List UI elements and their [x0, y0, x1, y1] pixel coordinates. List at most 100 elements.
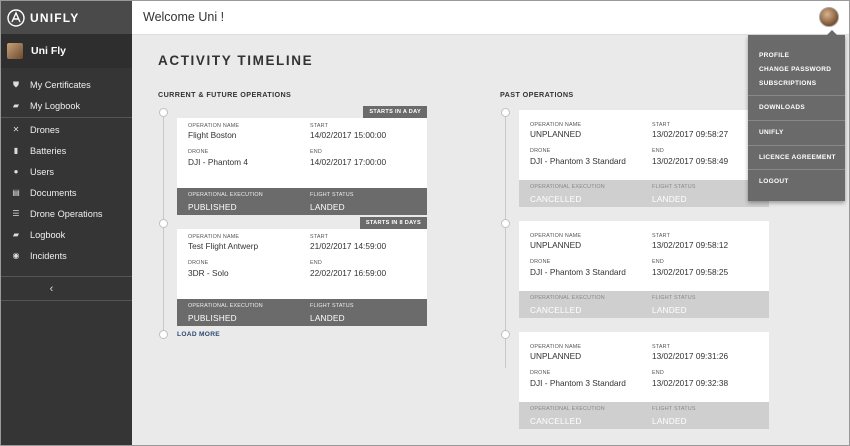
menu-item-change-password[interactable]: CHANGE PASSWORD — [759, 66, 831, 73]
operation-card[interactable]: OPERATION NAME UNPLANNED START 13/02/201… — [519, 221, 769, 318]
welcome-message: Welcome Uni ! — [143, 10, 225, 24]
drone-name: DJI - Phantom 3 Standard — [530, 156, 626, 166]
sidebar-item-label: My Certificates — [30, 79, 91, 90]
timeline-dot — [159, 108, 168, 117]
load-more-link[interactable]: LOAD MORE — [177, 331, 220, 338]
end-label: END — [652, 148, 664, 154]
divider — [748, 120, 845, 121]
execution-value: CANCELLED — [530, 305, 582, 315]
timeline-dot — [501, 219, 510, 228]
flight-status-value: LANDED — [652, 305, 687, 315]
sidebar-item-users[interactable]: ● Users — [1, 161, 132, 182]
flight-status-label: FLIGHT STATUS — [652, 406, 696, 412]
sidebar-user[interactable]: Uni Fly — [1, 34, 132, 68]
operation-name: UNPLANNED — [530, 240, 582, 250]
battery-icon: ▮ — [13, 146, 19, 155]
shield-icon: ⛊ — [13, 79, 19, 89]
sidebar-item-my-certificates[interactable]: ⛊ My Certificates — [1, 74, 132, 95]
menu-item-downloads[interactable]: DOWNLOADS — [759, 104, 805, 111]
sidebar-item-my-logbook[interactable]: ▰ My Logbook — [1, 95, 132, 116]
menu-item-unifly[interactable]: UNIFLY — [759, 129, 784, 136]
end-time: 14/02/2017 17:00:00 — [310, 157, 387, 167]
operation-name-label: OPERATION NAME — [530, 233, 582, 239]
execution-value: PUBLISHED — [188, 313, 237, 323]
end-label: END — [310, 149, 322, 155]
menu-item-licence-agreement[interactable]: LICENCE AGREEMENT — [759, 154, 836, 161]
end-time: 13/02/2017 09:58:25 — [652, 267, 729, 277]
operation-card[interactable]: OPERATION NAME UNPLANNED START 13/02/201… — [519, 110, 769, 207]
logo[interactable]: UNIFLY — [1, 1, 132, 34]
timeline-dot — [501, 108, 510, 117]
end-time: 22/02/2017 16:59:00 — [310, 268, 387, 278]
current-operations-title: CURRENT & FUTURE OPERATIONS — [158, 90, 292, 99]
flight-status-label: FLIGHT STATUS — [310, 192, 354, 198]
execution-value: PUBLISHED — [188, 202, 237, 212]
end-label: END — [652, 259, 664, 265]
start-countdown-badge: STARTS IN A DAY — [363, 106, 427, 118]
flight-status-label: FLIGHT STATUS — [652, 184, 696, 190]
start-label: START — [310, 123, 329, 129]
sidebar-collapse-button[interactable]: ‹ — [1, 276, 132, 301]
execution-value: CANCELLED — [530, 416, 582, 426]
start-label: START — [652, 233, 671, 239]
drone-label: DRONE — [188, 149, 209, 155]
end-label: END — [652, 370, 664, 376]
sidebar-item-batteries[interactable]: ▮ Batteries — [1, 140, 132, 161]
operation-name: Test Flight Antwerp — [188, 241, 259, 251]
sidebar-item-drone-operations[interactable]: ☰ Drone Operations — [1, 203, 132, 224]
divider — [748, 145, 845, 146]
timeline-dot — [159, 219, 168, 228]
execution-label: OPERATIONAL EXECUTION — [530, 184, 605, 190]
timeline-dot — [501, 330, 510, 339]
execution-label: OPERATIONAL EXECUTION — [188, 192, 263, 198]
end-time: 13/02/2017 09:58:49 — [652, 156, 729, 166]
drone-name: DJI - Phantom 3 Standard — [530, 378, 626, 388]
start-time: 14/02/2017 15:00:00 — [310, 130, 387, 140]
drone-name: 3DR - Solo — [188, 268, 229, 278]
flight-status-value: LANDED — [652, 194, 687, 204]
page-title: ACTIVITY TIMELINE — [158, 53, 314, 68]
operation-name: UNPLANNED — [530, 129, 582, 139]
card-footer: OPERATIONAL EXECUTION CANCELLED FLIGHT S… — [519, 291, 769, 318]
menu-item-logout[interactable]: LOGOUT — [759, 178, 789, 185]
start-label: START — [652, 344, 671, 350]
execution-value: CANCELLED — [530, 194, 582, 204]
flight-status-label: FLIGHT STATUS — [652, 295, 696, 301]
card-footer: OPERATIONAL EXECUTION CANCELLED FLIGHT S… — [519, 180, 769, 207]
document-icon: ▤ — [12, 188, 20, 197]
sidebar-item-drones[interactable]: ✕ Drones — [1, 119, 132, 140]
card-footer: OPERATIONAL EXECUTION CANCELLED FLIGHT S… — [519, 402, 769, 429]
operation-card[interactable]: STARTS IN 8 DAYS OPERATION NAME Test Fli… — [177, 217, 427, 326]
divider — [1, 117, 132, 118]
operation-name-label: OPERATION NAME — [530, 122, 582, 128]
sidebar-item-documents[interactable]: ▤ Documents — [1, 182, 132, 203]
drone-label: DRONE — [530, 259, 551, 265]
divider — [748, 169, 845, 170]
operation-card[interactable]: STARTS IN A DAY OPERATION NAME Flight Bo… — [177, 106, 427, 215]
user-menu-avatar[interactable] — [819, 7, 839, 27]
operation-card[interactable]: OPERATION NAME UNPLANNED START 13/02/201… — [519, 332, 769, 429]
sidebar-item-label: Users — [30, 166, 54, 177]
start-time: 13/02/2017 09:31:26 — [652, 351, 729, 361]
drone-name: DJI - Phantom 3 Standard — [530, 267, 626, 277]
execution-label: OPERATIONAL EXECUTION — [530, 295, 605, 301]
execution-label: OPERATIONAL EXECUTION — [530, 406, 605, 412]
sidebar-item-label: Drone Operations — [30, 208, 103, 219]
card-footer: OPERATIONAL EXECUTION PUBLISHED FLIGHT S… — [177, 299, 427, 326]
menu-item-subscriptions[interactable]: SUBSCRIPTIONS — [759, 80, 816, 87]
start-label: START — [310, 234, 329, 240]
sidebar-item-label: Drones — [30, 124, 60, 135]
sidebar-item-incidents[interactable]: ◉ Incidents — [1, 245, 132, 266]
flight-status-value: LANDED — [310, 202, 345, 212]
user-dropdown-menu: PROFILE CHANGE PASSWORD SUBSCRIPTIONS DO… — [748, 30, 845, 201]
menu-item-profile[interactable]: PROFILE — [759, 52, 789, 59]
operation-name: Flight Boston — [188, 130, 237, 140]
user-name: Uni Fly — [31, 45, 67, 57]
flight-status-value: LANDED — [310, 313, 345, 323]
end-label: END — [310, 260, 322, 266]
operation-name-label: OPERATION NAME — [188, 123, 240, 129]
card-footer: OPERATIONAL EXECUTION PUBLISHED FLIGHT S… — [177, 188, 427, 215]
sidebar-item-label: Incidents — [30, 250, 67, 261]
sidebar-item-logbook[interactable]: ▰ Logbook — [1, 224, 132, 245]
operation-name-label: OPERATION NAME — [188, 234, 240, 240]
